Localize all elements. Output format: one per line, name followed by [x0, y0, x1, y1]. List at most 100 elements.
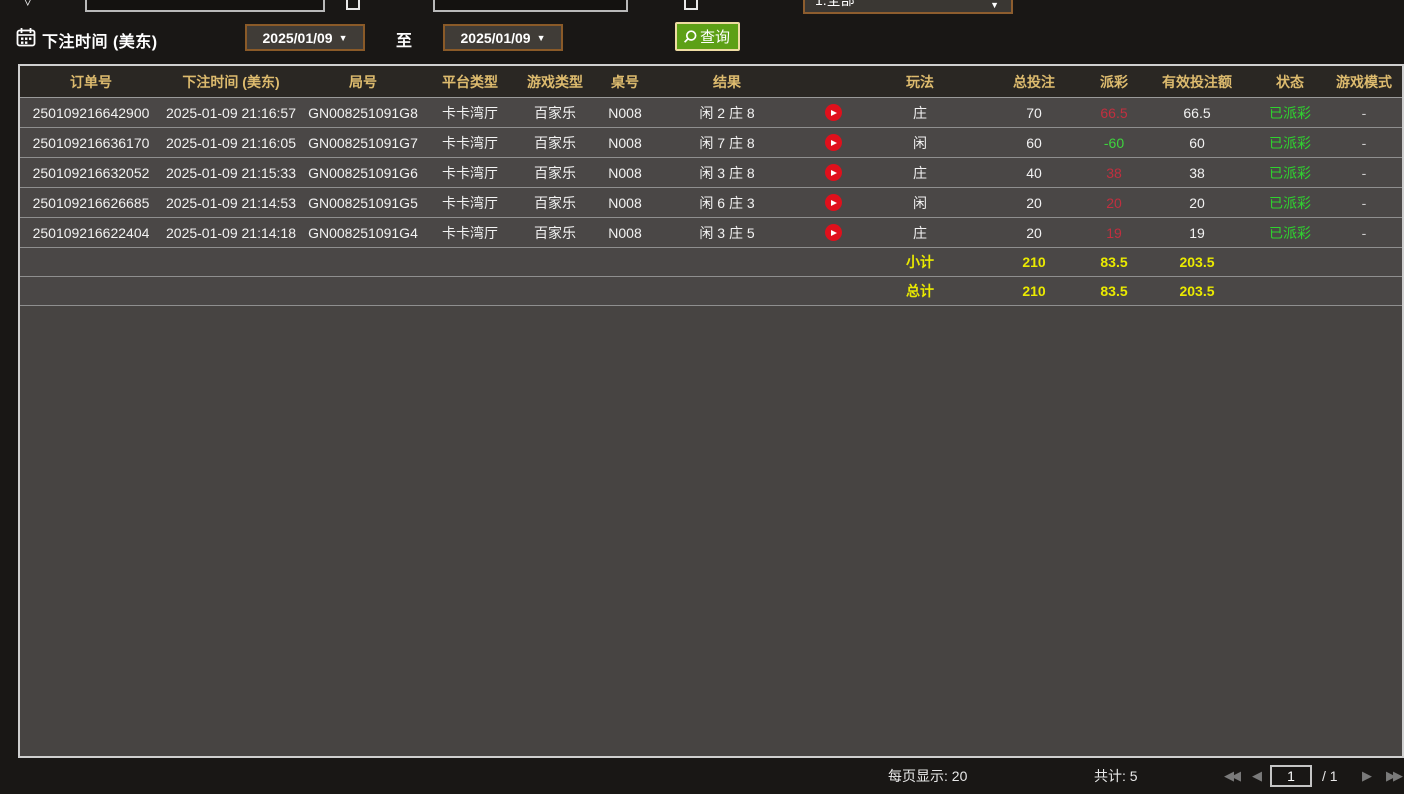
cell-play: 庄: [913, 164, 927, 181]
grand-total-row: 总计 210 83.5 203.5: [20, 277, 1402, 306]
cell-mode: -: [1361, 194, 1367, 211]
cell-round: GN008251091G5: [308, 194, 418, 211]
subtotal-payout: 83.5: [1100, 254, 1128, 270]
cell-result: 闲 3 庄 5: [699, 224, 755, 241]
subtotal-valid: 203.5: [1179, 254, 1215, 270]
cell-result: 闲 2 庄 8: [699, 104, 755, 121]
cell-order: 250109216632052: [32, 164, 150, 181]
cell-payout: 19: [1106, 224, 1122, 241]
filter-input-1[interactable]: [85, 0, 325, 12]
cell-table: N008: [608, 134, 642, 151]
col-header-round: 局号: [349, 73, 377, 90]
chevron-down-icon: ▼: [990, 0, 999, 10]
cell-valid: 19: [1189, 224, 1205, 241]
chevron-down-icon: ▼: [536, 32, 546, 43]
cell-video: [800, 164, 866, 182]
prev-page-button[interactable]: ◀: [1252, 758, 1262, 794]
cell-game: 百家乐: [534, 224, 576, 241]
cell-order: 250109216636170: [32, 134, 150, 151]
grand-total-payout: 83.5: [1100, 283, 1128, 299]
query-button[interactable]: 查询: [675, 22, 741, 51]
list-icon: [684, 0, 698, 10]
type-dropdown[interactable]: 1.全部 ▼: [803, 0, 1013, 14]
cell-mode: -: [1361, 164, 1367, 181]
col-header-platform: 平台类型: [442, 73, 498, 90]
cell-video: [800, 194, 866, 212]
cell-table: N008: [608, 104, 642, 121]
cell-play: 闲: [913, 194, 927, 211]
cell-total: 40: [1026, 164, 1042, 181]
cell-status: 已派彩: [1269, 194, 1311, 211]
cell-total: 20: [1026, 194, 1042, 211]
cell-result: 闲 6 庄 3: [699, 194, 755, 211]
cell-mode: -: [1361, 134, 1367, 151]
cell-status: 已派彩: [1269, 104, 1311, 121]
grand-total-label: 总计: [906, 283, 934, 299]
filter-bar: ▽ 1.全部 ▼ 下注时间 (美东) 2025/01/09 ▼ 至 2025/0…: [0, 0, 1404, 62]
cell-video: [800, 134, 866, 152]
cell-table: N008: [608, 194, 642, 211]
next-page-button[interactable]: ▶: [1362, 758, 1372, 794]
col-header-table: 桌号: [611, 73, 639, 90]
cell-round: GN008251091G7: [308, 134, 418, 151]
cell-time: 2025-01-09 21:16:05: [166, 134, 296, 151]
cell-play: 闲: [913, 134, 927, 151]
cell-play: 庄: [913, 104, 927, 121]
cell-table: N008: [608, 164, 642, 181]
play-video-icon[interactable]: [824, 134, 842, 152]
cell-order: 250109216622404: [32, 224, 150, 241]
cell-total: 20: [1026, 224, 1042, 241]
col-header-total: 总投注: [1013, 73, 1055, 90]
date-from-picker[interactable]: 2025/01/09 ▼: [245, 24, 365, 51]
table-header-row: 订单号 下注时间 (美东) 局号 平台类型 游戏类型 桌号 结果 玩法 总投注 …: [20, 66, 1402, 98]
col-header-game: 游戏类型: [527, 73, 583, 90]
cell-time: 2025-01-09 21:16:57: [166, 104, 296, 121]
play-video-icon[interactable]: [824, 194, 842, 212]
cell-order: 250109216642900: [32, 104, 150, 121]
col-header-order: 订单号: [70, 73, 112, 90]
subtotal-label: 小计: [906, 254, 934, 270]
play-video-icon[interactable]: [824, 104, 842, 122]
cell-valid: 20: [1189, 194, 1205, 211]
page-total-label: / 1: [1322, 768, 1338, 784]
table-row: 250109216632052 2025-01-09 21:15:33 GN0082…: [20, 158, 1402, 188]
date-to-picker[interactable]: 2025/01/09 ▼: [443, 24, 563, 51]
page-number-input[interactable]: [1270, 765, 1312, 787]
col-header-valid: 有效投注额: [1162, 73, 1232, 90]
calendar-icon: [346, 0, 360, 10]
search-icon: [683, 29, 697, 43]
cell-status: 已派彩: [1269, 164, 1311, 181]
cell-platform: 卡卡湾厅: [442, 164, 498, 181]
grand-total-valid: 203.5: [1179, 283, 1215, 299]
table-row: 250109216622404 2025-01-09 21:14:18 GN0082…: [20, 218, 1402, 248]
cell-status: 已派彩: [1269, 224, 1311, 241]
subtotal-total: 210: [1022, 254, 1046, 270]
cell-platform: 卡卡湾厅: [442, 134, 498, 151]
cell-round: GN008251091G4: [308, 224, 418, 241]
per-page-label: 每页显示: 20: [888, 768, 968, 784]
cell-platform: 卡卡湾厅: [442, 194, 498, 211]
col-header-play: 玩法: [906, 73, 934, 90]
first-page-button[interactable]: ◀◀: [1224, 758, 1241, 794]
pagination-bar: 每页显示: 20 共计: 5 ◀◀ ◀ / 1 ▶ ▶▶: [0, 758, 1404, 794]
cell-result: 闲 3 庄 8: [699, 164, 755, 181]
table-row: 250109216636170 2025-01-09 21:16:05 GN0082…: [20, 128, 1402, 158]
query-button-label: 查询: [700, 29, 731, 46]
last-page-button[interactable]: ▶▶: [1386, 758, 1403, 794]
play-video-icon[interactable]: [824, 164, 842, 182]
bet-records-panel: 订单号 下注时间 (美东) 局号 平台类型 游戏类型 桌号 结果 玩法 总投注 …: [18, 64, 1404, 758]
filter-input-2[interactable]: [433, 0, 628, 12]
filter-icon: ▽: [22, 0, 34, 8]
subtotal-row: 小计 210 83.5 203.5: [20, 248, 1402, 277]
cell-round: GN008251091G6: [308, 164, 418, 181]
cell-payout: 66.5: [1100, 104, 1128, 121]
date-range-separator: 至: [396, 33, 413, 50]
col-header-time: 下注时间 (美东): [182, 73, 280, 90]
play-video-icon[interactable]: [824, 224, 842, 242]
cell-total: 60: [1026, 134, 1042, 151]
table-empty-area: [20, 306, 1402, 756]
cell-game: 百家乐: [534, 134, 576, 151]
cell-table: N008: [608, 224, 642, 241]
date-from-value: 2025/01/09: [262, 29, 333, 46]
cell-payout: -60: [1103, 134, 1125, 151]
